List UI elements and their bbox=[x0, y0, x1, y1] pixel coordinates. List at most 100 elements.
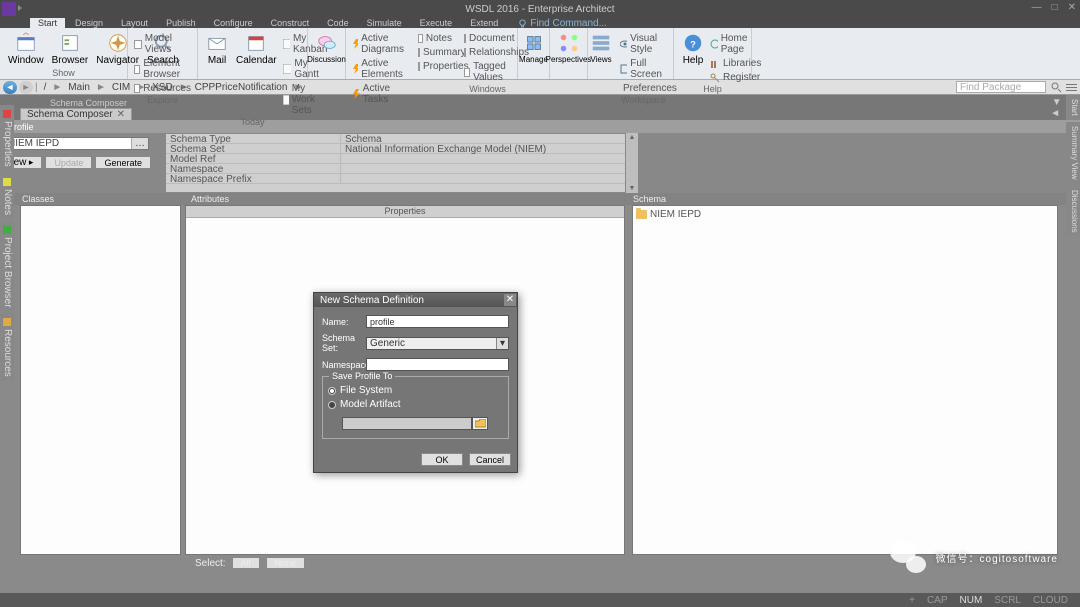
window-button[interactable]: Window bbox=[4, 30, 48, 68]
home-page[interactable]: Home Page bbox=[708, 32, 763, 56]
new-schema-dialog: New Schema Definition ✕ Name: Schema Set… bbox=[313, 292, 518, 473]
full-screen[interactable]: Full Screen bbox=[618, 57, 669, 81]
maximize-icon[interactable]: □ bbox=[1052, 2, 1058, 13]
wechat-icon bbox=[888, 537, 928, 577]
notes-toggle[interactable]: Notes bbox=[416, 32, 454, 45]
ok-button[interactable]: OK bbox=[421, 453, 463, 466]
crumb-main[interactable]: Main bbox=[64, 82, 94, 93]
manage-button[interactable]: Manage bbox=[522, 30, 545, 66]
prop-key: Namespace bbox=[166, 164, 341, 173]
pane-title: Schema Composer bbox=[40, 98, 137, 108]
prop-val[interactable] bbox=[341, 164, 625, 173]
cancel-button[interactable]: Cancel bbox=[469, 453, 511, 466]
bulb-icon bbox=[518, 19, 527, 28]
tab-nav-left[interactable]: ◄ bbox=[1050, 108, 1060, 120]
schema-tree-item[interactable]: NIEM IEPD bbox=[636, 209, 1054, 220]
app-menu-icon[interactable] bbox=[2, 2, 16, 16]
nav-back-button[interactable]: ◄ bbox=[3, 81, 17, 94]
resources-toggle[interactable]: Resources bbox=[132, 82, 193, 95]
relationships-toggle[interactable]: Relationships bbox=[462, 46, 513, 59]
profile-header: Profile bbox=[0, 120, 1080, 133]
status-cap: CAP bbox=[927, 595, 948, 606]
checkbox-icon bbox=[134, 40, 142, 49]
notes-icon bbox=[2, 177, 12, 187]
tagged-values-toggle[interactable]: Tagged Values bbox=[462, 60, 513, 84]
name-input[interactable] bbox=[366, 315, 509, 328]
side-tab-discussions[interactable]: Discussions bbox=[1066, 186, 1080, 237]
status-plus[interactable]: + bbox=[909, 595, 915, 606]
ribbon-group-windows: Windows bbox=[462, 84, 513, 94]
namespace-input[interactable] bbox=[366, 358, 509, 371]
discussion-button[interactable]: Discussion bbox=[312, 30, 341, 66]
tab-close-icon[interactable]: ✕ bbox=[117, 109, 125, 120]
find-command[interactable]: Find Command... bbox=[518, 18, 607, 29]
schemaset-select[interactable]: Generic▾ bbox=[366, 337, 509, 350]
browse-button[interactable] bbox=[472, 417, 488, 430]
search-icon[interactable] bbox=[1051, 82, 1062, 93]
menu-icon[interactable] bbox=[1066, 82, 1077, 93]
select-all-button[interactable]: All bbox=[232, 557, 260, 569]
prop-val[interactable] bbox=[341, 154, 625, 163]
save-profile-legend: Save Profile To bbox=[329, 371, 395, 381]
active-diagrams[interactable]: Active Diagrams bbox=[350, 32, 408, 56]
active-elements[interactable]: Active Elements bbox=[350, 57, 408, 81]
path-input[interactable] bbox=[342, 417, 472, 430]
preferences[interactable]: Preferences bbox=[618, 82, 669, 95]
select-none-button[interactable]: None bbox=[266, 557, 306, 569]
prop-key: Model Ref bbox=[166, 154, 341, 163]
perspectives-button[interactable]: Perspectives bbox=[554, 30, 583, 66]
profile-select[interactable]: NIEM IEPD … bbox=[4, 137, 149, 150]
scrollbar[interactable]: ▲▼ bbox=[626, 133, 638, 193]
prop-val[interactable] bbox=[341, 174, 625, 183]
model-views-toggle[interactable]: Model Views bbox=[132, 32, 193, 56]
libraries[interactable]: Libraries bbox=[708, 57, 763, 70]
tree-icon bbox=[2, 225, 12, 235]
prop-val[interactable]: National Information Exchange Model (NIE… bbox=[341, 144, 625, 153]
lightning-icon bbox=[352, 39, 358, 49]
side-tab-properties[interactable]: Properties bbox=[0, 105, 14, 171]
visual-style[interactable]: Visual Style bbox=[618, 32, 669, 56]
my-worksets[interactable]: My Work Sets bbox=[281, 82, 332, 117]
register[interactable]: Register bbox=[708, 71, 763, 84]
pane-pin-icon[interactable]: ▼ bbox=[1052, 97, 1062, 108]
ribbon-group-workspace: Workspace bbox=[618, 95, 669, 105]
close-icon[interactable]: ✕ bbox=[1068, 2, 1076, 13]
radio-icon bbox=[328, 387, 336, 395]
active-tasks[interactable]: Active Tasks bbox=[350, 82, 408, 106]
document-toggle[interactable]: Document bbox=[462, 32, 513, 45]
radio-file-system[interactable]: File System bbox=[328, 385, 503, 396]
calendar-button[interactable]: Calendar bbox=[232, 30, 281, 68]
views-button[interactable]: Views bbox=[592, 30, 610, 66]
properties-column-header[interactable]: Properties bbox=[186, 206, 624, 218]
minimize-icon[interactable]: — bbox=[1032, 2, 1042, 13]
fullscreen-icon bbox=[620, 64, 627, 74]
save-profile-fieldset: Save Profile To File System Model Artifa… bbox=[322, 376, 509, 439]
find-package-input[interactable]: Find Package bbox=[956, 81, 1046, 93]
radio-icon bbox=[328, 401, 336, 409]
tab-schema-composer[interactable]: Schema Composer ✕ bbox=[20, 108, 132, 120]
nav-forward-button[interactable]: ► bbox=[19, 81, 33, 94]
status-num: NUM bbox=[960, 595, 983, 606]
ellipsis-icon[interactable]: … bbox=[131, 138, 148, 149]
crumb-cim[interactable]: CIM bbox=[108, 82, 134, 93]
side-tab-notes[interactable]: Notes bbox=[0, 173, 14, 219]
browser-button[interactable]: Browser bbox=[48, 30, 93, 68]
dialog-close-icon[interactable]: ✕ bbox=[504, 294, 516, 306]
mail-button[interactable]: Mail bbox=[202, 30, 232, 68]
generate-button[interactable]: Generate bbox=[95, 156, 151, 169]
element-browser-toggle[interactable]: Element Browser bbox=[132, 57, 193, 81]
summary-toggle[interactable]: Summary bbox=[416, 46, 454, 59]
side-tab-resources[interactable]: Resources bbox=[0, 313, 14, 381]
radio-model-artifact[interactable]: Model Artifact bbox=[328, 399, 503, 410]
help-button[interactable]: ?Help bbox=[678, 30, 708, 68]
classes-panel[interactable] bbox=[20, 205, 181, 555]
side-tab-project-browser[interactable]: Project Browser bbox=[0, 221, 14, 312]
namespace-label: Namespace: bbox=[322, 360, 366, 370]
status-bar: + CAP NUM SCRL CLOUD bbox=[0, 593, 1080, 607]
side-tab-summary[interactable]: Summary View bbox=[1066, 122, 1080, 184]
side-tab-start[interactable]: Start bbox=[1066, 95, 1080, 120]
prop-val[interactable]: Schema bbox=[341, 134, 625, 143]
update-button[interactable]: Update bbox=[45, 156, 92, 169]
books-icon bbox=[710, 59, 720, 69]
properties-toggle[interactable]: Properties bbox=[416, 60, 454, 73]
